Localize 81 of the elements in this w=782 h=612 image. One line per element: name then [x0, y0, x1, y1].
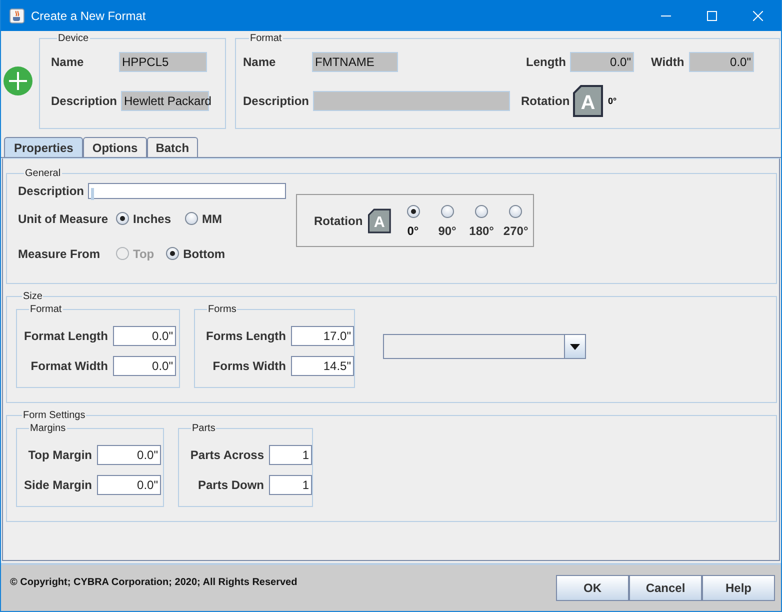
rotation-icon: A [573, 85, 603, 117]
number-field[interactable]: 0.0" [97, 445, 161, 465]
width-field: 0.0" [689, 52, 754, 72]
number-field[interactable]: 14.5" [291, 356, 354, 376]
field-label: Format Length [23, 329, 109, 343]
window-title: Create a New Format [31, 8, 146, 22]
radio-label: Top [133, 246, 154, 260]
field-label: Measure From [18, 246, 102, 260]
radio-option[interactable]: Bottom [166, 246, 226, 260]
description-field[interactable] [88, 183, 286, 199]
rotation-value: 0° [608, 96, 617, 106]
field-label: Rotation [521, 94, 571, 108]
number-field[interactable]: 0.0" [113, 326, 176, 346]
field-label: Description [243, 94, 310, 108]
tab[interactable]: Batch [146, 137, 198, 157]
field-label: Format Width [30, 359, 109, 373]
radio-button[interactable] [166, 247, 180, 260]
radio-option[interactable]: MM [185, 212, 222, 226]
field-label: Length [526, 55, 567, 69]
field-label: Parts Down [196, 478, 265, 492]
field-label: Parts Across [189, 448, 265, 462]
radio-label: MM [202, 212, 222, 226]
name-field: HPPCL5 [119, 52, 207, 72]
dialog-button[interactable]: OK [556, 575, 629, 601]
tab[interactable]: Properties [4, 137, 84, 157]
field-label: Side Margin [23, 478, 93, 492]
field-label: Top Margin [27, 448, 93, 462]
radio-option[interactable]: Inches [116, 212, 172, 226]
panel-title: General [24, 168, 62, 179]
number-field[interactable]: 0.0" [97, 475, 161, 495]
radio-button[interactable] [185, 212, 198, 225]
name-field: FMTNAME [312, 52, 398, 72]
panel-title: Size [22, 291, 44, 302]
description-field: Hewlett Packard [121, 91, 209, 111]
close-icon[interactable] [753, 10, 763, 20]
length-field: 0.0" [570, 52, 634, 72]
field-label: Unit of Measure [18, 212, 110, 226]
radio-button[interactable] [116, 212, 129, 225]
field-label: Rotation [314, 214, 364, 228]
field-label: Forms Width [212, 359, 287, 373]
field-label: Description [18, 184, 86, 198]
maximize-icon[interactable] [707, 10, 717, 20]
rotation-option[interactable]: 90° [430, 205, 464, 238]
field-label: Name [51, 55, 85, 69]
radio-button[interactable] [406, 205, 420, 218]
panel-title: Margins [29, 423, 67, 434]
radio-button[interactable] [475, 205, 488, 218]
panel-title: Device [57, 33, 90, 44]
rotation-option[interactable]: 270° [498, 205, 533, 238]
rotation-icon: A [368, 208, 391, 234]
number-field[interactable]: 1 [269, 445, 312, 465]
add-icon[interactable] [3, 66, 33, 96]
tab[interactable]: Options [83, 137, 147, 157]
dialog-button[interactable]: Help [702, 575, 775, 601]
rotation-option[interactable]: 0° [396, 205, 430, 238]
field-label: Name [243, 55, 277, 69]
panel-title: Format [29, 304, 63, 315]
radio-label: 180° [469, 224, 494, 238]
radio-label: Bottom [183, 246, 226, 260]
number-field[interactable]: 1 [269, 475, 312, 495]
radio-label: 90° [438, 224, 456, 238]
dropdown-arrow-icon [570, 344, 580, 350]
radio-button[interactable] [509, 205, 522, 218]
rotation-option[interactable]: 180° [464, 205, 499, 238]
radio-button[interactable] [440, 205, 454, 218]
number-field[interactable]: 17.0" [291, 326, 354, 346]
radio-label: 270° [503, 224, 528, 238]
field-label: Width [651, 55, 686, 69]
copyright-text: © Copyright; CYBRA Corporation; 2020; All Rights Reserved [10, 577, 298, 588]
radio-label: 0° [407, 224, 419, 238]
dropdown[interactable] [383, 334, 586, 359]
field-label: Description [51, 94, 118, 108]
panel-title: Form Settings [22, 410, 86, 421]
panel-title: Parts [191, 423, 216, 434]
radio-label: Inches [133, 212, 172, 226]
dialog-button[interactable]: Cancel [629, 575, 702, 601]
coffee-cup-icon [9, 8, 25, 24]
panel-title: Format [249, 33, 283, 44]
number-field[interactable]: 0.0" [113, 356, 176, 376]
panel-title: Forms [207, 304, 238, 315]
field-label: Forms Length [205, 329, 287, 343]
